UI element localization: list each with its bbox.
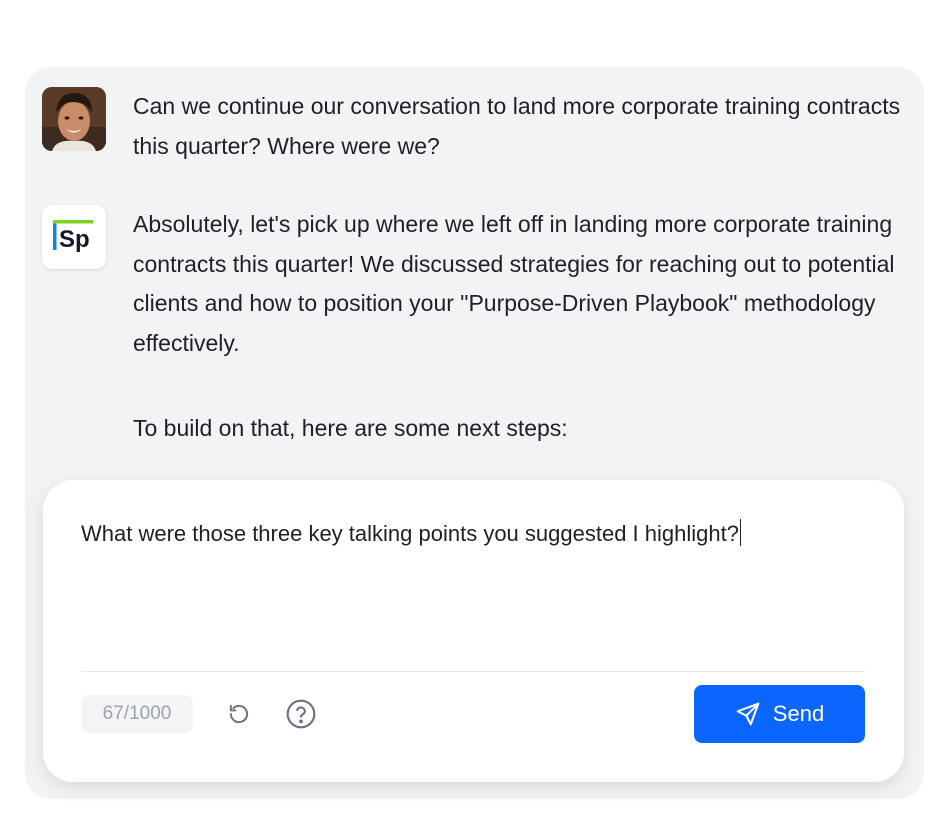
- message-composer: What were those three key talking points…: [43, 480, 904, 782]
- composer-divider: [81, 671, 865, 672]
- paper-plane-icon: [736, 702, 760, 726]
- send-button-label: Send: [772, 701, 825, 726]
- user-photo-avatar-icon: [42, 87, 106, 151]
- send-button[interactable]: Send: [694, 685, 865, 743]
- user-avatar: [42, 87, 106, 151]
- text-caret: [739, 519, 742, 546]
- refresh-icon: [229, 704, 249, 724]
- reset-button[interactable]: [222, 697, 256, 731]
- character-counter: 67/1000: [81, 695, 193, 733]
- assistant-message-text: Absolutely, let's pick up where we left …: [133, 211, 901, 356]
- message-input-value: What were those three key talking points…: [81, 521, 739, 546]
- chat-panel: Can we continue our conversation to land…: [25, 67, 924, 799]
- user-message-text: Can we continue our conversation to land…: [133, 93, 907, 159]
- message-input[interactable]: What were those three key talking points…: [81, 518, 866, 658]
- assistant-avatar: Sp: [42, 205, 106, 269]
- help-circle-icon: [286, 699, 316, 729]
- assistant-message-text-2: To build on that, here are some next ste…: [133, 415, 568, 441]
- sp-logo-icon: Sp: [53, 220, 93, 253]
- help-button[interactable]: [284, 697, 318, 731]
- logo-text: Sp: [59, 226, 90, 253]
